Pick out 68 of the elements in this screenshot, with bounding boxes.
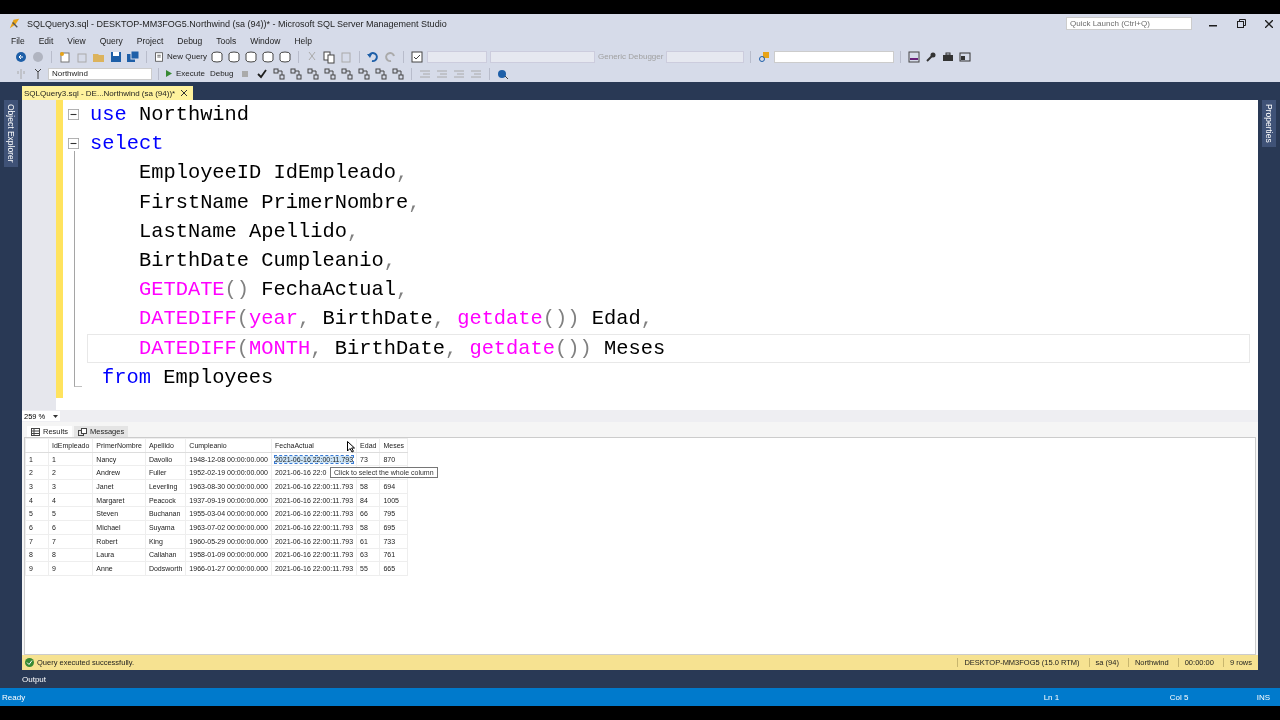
- app-logo-icon: [8, 17, 21, 30]
- code-line: select: [89, 131, 165, 158]
- collapse-icon[interactable]: [68, 137, 79, 149]
- sql-window-icon[interactable]: [907, 49, 922, 64]
- grid-tool-icon[interactable]: [340, 66, 355, 81]
- back-icon[interactable]: [14, 49, 28, 64]
- mouse-cursor-icon: [347, 441, 355, 453]
- grid-tool-icon[interactable]: [374, 66, 389, 81]
- grid-tool-icon[interactable]: [391, 66, 406, 81]
- save-all-icon[interactable]: [126, 49, 140, 64]
- database-dropdown[interactable]: Northwind: [48, 67, 152, 80]
- menu-item[interactable]: File: [4, 35, 32, 46]
- menu-item[interactable]: Tools: [209, 35, 244, 46]
- grid-tool-icon[interactable]: [306, 66, 321, 81]
- toolbox-icon[interactable]: [941, 49, 956, 64]
- code-line: DATEDIFF(year, BirthDate, getdate()) Edad,: [137, 306, 654, 333]
- output-tab[interactable]: Output: [22, 674, 46, 684]
- copy-icon[interactable]: [322, 49, 336, 64]
- code-line: use Northwind: [89, 102, 251, 128]
- status-text: Ready: [2, 692, 26, 702]
- close-icon[interactable]: [181, 90, 188, 96]
- grid-icon: [31, 427, 40, 436]
- code-line: from Employees: [101, 364, 275, 391]
- document-icon: [153, 50, 165, 63]
- line-number: Ln 1: [1043, 692, 1061, 702]
- restore-icon[interactable]: [1236, 19, 1246, 28]
- code-line: EmployeeID IdEmpleado,: [137, 160, 410, 187]
- caret-icon: [53, 414, 58, 418]
- menu-item[interactable]: View: [60, 35, 93, 46]
- quick-launch-field[interactable]: Quick Launch (Ctrl+Q): [1066, 17, 1192, 30]
- new-query-button[interactable]: New Query: [153, 50, 207, 63]
- debug-button[interactable]: Debug: [207, 69, 236, 78]
- grid-tool-icon[interactable]: [357, 66, 372, 81]
- database-query-icon[interactable]: [227, 49, 241, 64]
- layout-icon[interactable]: [958, 49, 973, 64]
- play-icon: [165, 69, 173, 78]
- database-query-icon[interactable]: [244, 49, 258, 64]
- new-project-icon[interactable]: [58, 49, 72, 64]
- menu-item[interactable]: Window: [243, 35, 288, 46]
- document-tab[interactable]: SQLQuery3.sql - DE...Northwind (sa (94))*: [22, 86, 194, 100]
- close-icon[interactable]: [1265, 19, 1273, 28]
- menu-item[interactable]: Project: [129, 35, 171, 46]
- code-line: LastName Apellido,: [137, 218, 361, 245]
- database-query-icon[interactable]: [261, 49, 275, 64]
- undo-icon[interactable]: [366, 49, 380, 64]
- menu-item[interactable]: Edit: [31, 35, 61, 46]
- grid-tool-icon[interactable]: [272, 66, 287, 81]
- code-line: BirthDate Cumpleanio,: [137, 247, 397, 274]
- success-icon: [25, 658, 34, 667]
- database-query-icon[interactable]: [210, 49, 224, 64]
- menu-item[interactable]: Query: [92, 35, 130, 46]
- grid-tool-icon[interactable]: [289, 66, 304, 81]
- window-title: SQLQuery3.sql - DESKTOP-MM3FOG5.Northwind (sa (94))* - Microsoft SQL Server Management Studio: [27, 18, 447, 29]
- grid-tool-icon[interactable]: [323, 66, 338, 81]
- code-line: FirstName PrimerNombre,: [137, 189, 422, 216]
- find-icon[interactable]: [757, 49, 772, 64]
- code-line: GETDATE() FechaActual,: [137, 277, 410, 304]
- menu-item[interactable]: Debug: [170, 35, 210, 46]
- column-number: Col 5: [1169, 692, 1190, 702]
- insert-mode: INS: [1256, 692, 1271, 702]
- collapse-icon[interactable]: [68, 108, 79, 120]
- database-query-icon[interactable]: [278, 49, 292, 64]
- side-tab[interactable]: Properties: [1262, 100, 1276, 147]
- menu-item[interactable]: Help: [287, 35, 319, 46]
- side-tab[interactable]: Object Explorer: [4, 100, 18, 167]
- window-icon[interactable]: [410, 49, 424, 64]
- execute-button[interactable]: Execute: [165, 69, 205, 78]
- save-icon[interactable]: [109, 49, 123, 64]
